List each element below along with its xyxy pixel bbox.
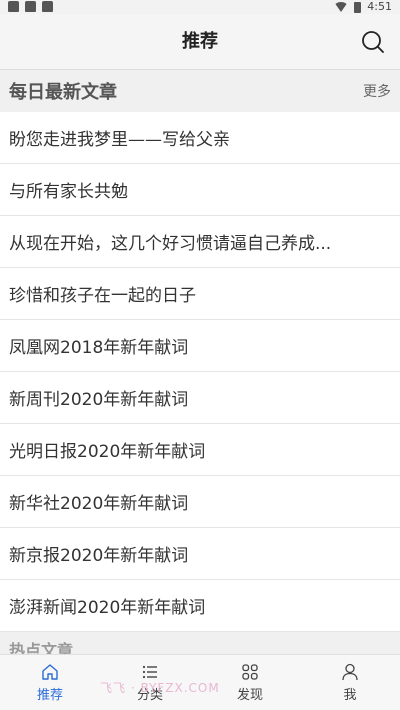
search-icon[interactable] (360, 29, 386, 55)
tab-label: 推荐 (36, 688, 63, 703)
list-item[interactable]: 光明日报2020年新年献词 (0, 424, 400, 476)
status-time: 4:51 (367, 0, 392, 13)
tab-label: 我 (343, 688, 357, 703)
list-icon (142, 665, 157, 679)
user-icon (342, 663, 358, 681)
hot-section-header: 热点文章 (0, 632, 400, 656)
list-item[interactable]: 盼您走进我梦里——写给父亲 (0, 112, 400, 164)
notification-icon (8, 1, 19, 12)
tab-me[interactable]: 我 (300, 655, 400, 710)
status-bar: 4:51 (0, 0, 400, 14)
grid-icon (242, 664, 258, 680)
tab-label: 发现 (236, 688, 263, 703)
list-item[interactable]: 新周刊2020年新年献词 (0, 372, 400, 424)
list-item[interactable]: 新华社2020年新年献词 (0, 476, 400, 528)
tab-label: 分类 (136, 688, 163, 703)
list-item[interactable]: 珍惜和孩子在一起的日子 (0, 268, 400, 320)
bottom-tab-bar: 推荐 分类 发现 我 (0, 654, 400, 710)
daily-section-header: 每日最新文章 更多 (0, 70, 400, 112)
tab-discover[interactable]: 发现 (200, 655, 300, 710)
notification-icon (42, 1, 53, 12)
home-icon (42, 664, 58, 680)
notification-icons (8, 1, 53, 12)
page-title: 推荐 (182, 31, 218, 52)
tab-recommend[interactable]: 推荐 (0, 655, 100, 710)
notification-icon (25, 1, 36, 12)
battery-icon (354, 1, 362, 13)
list-item[interactable]: 新京报2020年新年献词 (0, 528, 400, 580)
list-item[interactable]: 凤凰网2018年新年献词 (0, 320, 400, 372)
wifi-icon (334, 2, 349, 12)
tab-category[interactable]: 分类 (100, 655, 200, 710)
status-right: 4:51 (334, 0, 392, 14)
list-item[interactable]: 与所有家长共勉 (0, 164, 400, 216)
daily-section-title: 每日最新文章 (9, 82, 117, 103)
list-item[interactable]: 澎湃新闻2020年新年献词 (0, 580, 400, 632)
list-item[interactable]: 从现在开始，这几个好习惯请逼自己养成... (0, 216, 400, 268)
more-link[interactable]: 更多 (363, 81, 391, 101)
app-header: 推荐 (0, 14, 400, 70)
article-list: 盼您走进我梦里——写给父亲 与所有家长共勉 从现在开始，这几个好习惯请逼自己养成… (0, 112, 400, 632)
